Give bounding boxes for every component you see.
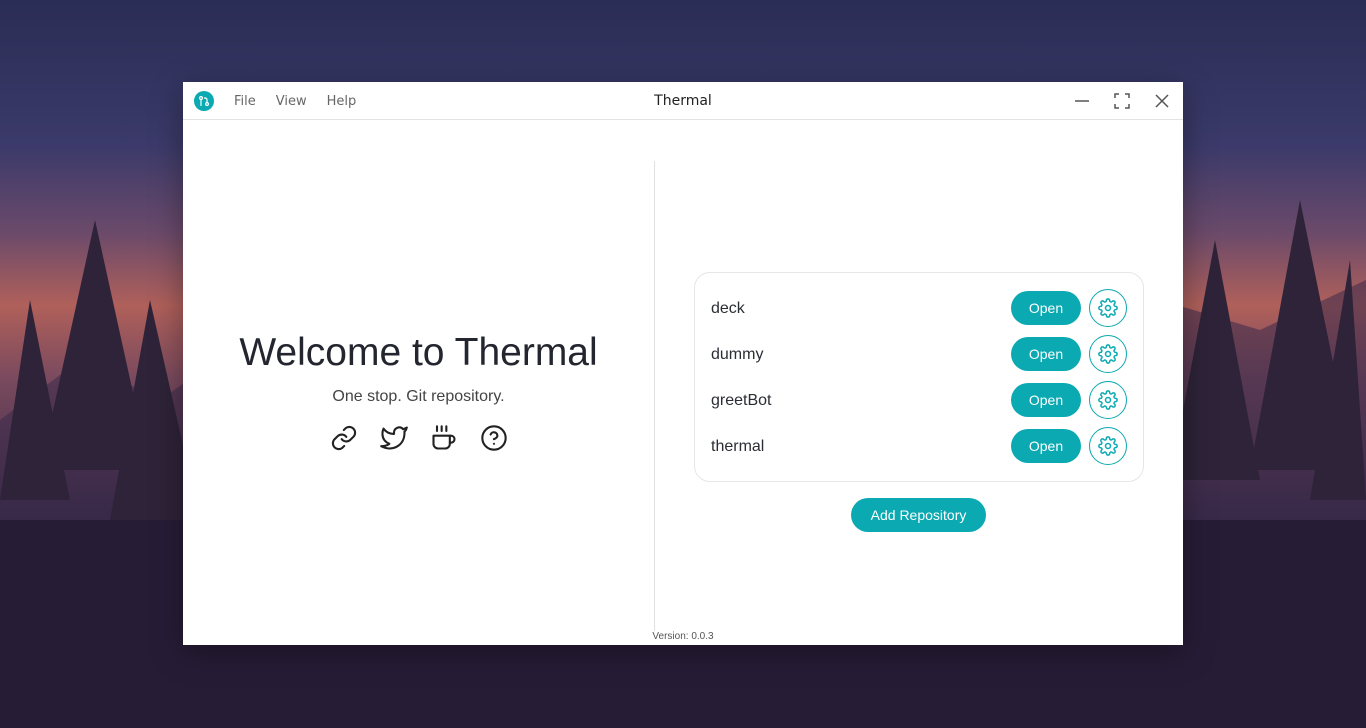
main-content: Welcome to Thermal One stop. Git reposit… [183,121,1183,645]
open-repository-button[interactable]: Open [1011,337,1081,371]
app-logo-icon [194,91,214,111]
welcome-tagline: One stop. Git repository. [332,388,505,405]
pane-divider [654,161,655,631]
repository-name: deck [711,300,745,317]
open-repository-button[interactable]: Open [1011,429,1081,463]
link-icon[interactable] [330,424,358,452]
repository-row: dummy Open [711,335,1129,375]
help-circle-icon[interactable] [480,424,508,452]
minimize-icon[interactable] [1072,91,1092,111]
menu-view[interactable]: View [276,94,307,109]
version-label: Version: 0.0.3 [652,631,714,642]
maximize-icon[interactable] [1112,91,1132,111]
gear-icon [1098,390,1118,410]
menu-bar: File View Help [234,82,376,120]
add-repository-button[interactable]: Add Repository [851,498,986,532]
repository-settings-button[interactable] [1089,289,1127,327]
gear-icon [1098,298,1118,318]
open-repository-button[interactable]: Open [1011,291,1081,325]
repository-name: dummy [711,346,764,363]
open-repository-button[interactable]: Open [1011,383,1081,417]
repository-settings-button[interactable] [1089,335,1127,373]
twitter-icon[interactable] [379,424,408,452]
welcome-pane: Welcome to Thermal One stop. Git reposit… [183,121,654,645]
gear-icon [1098,436,1118,456]
menu-file[interactable]: File [234,94,256,109]
repository-row: deck Open [711,289,1129,329]
close-icon[interactable] [1152,91,1172,111]
repository-row: greetBot Open [711,381,1129,421]
gear-icon [1098,344,1118,364]
repository-list: deck Open dummy Open greetBot Open therm… [694,272,1144,482]
app-window: File View Help Thermal Welcome to Therma… [183,82,1183,645]
title-bar: File View Help Thermal [183,82,1183,120]
repository-settings-button[interactable] [1089,427,1127,465]
coffee-icon[interactable] [430,424,458,452]
welcome-heading: Welcome to Thermal [239,331,598,374]
social-links [183,424,654,452]
repository-settings-button[interactable] [1089,381,1127,419]
repository-name: thermal [711,438,765,455]
repository-name: greetBot [711,392,772,409]
menu-help[interactable]: Help [327,94,357,109]
repository-row: thermal Open [711,427,1129,467]
